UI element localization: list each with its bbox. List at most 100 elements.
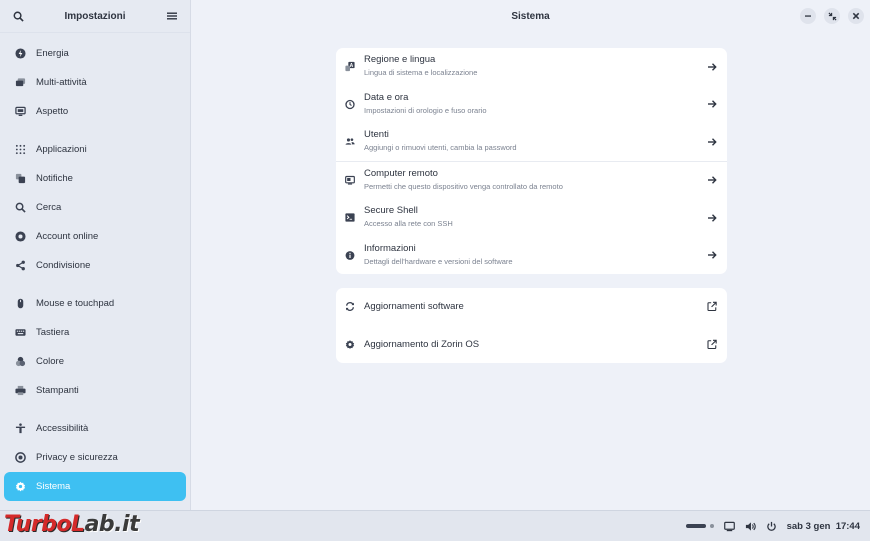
hamburger-menu-icon[interactable] xyxy=(164,8,180,24)
sidebar-item-label: Cerca xyxy=(36,202,62,213)
row-text: Data e ora Impostazioni di orologio e fu… xyxy=(364,92,487,115)
row-text: Informazioni Dettagli dell'hardware e ve… xyxy=(364,243,513,266)
printer-icon xyxy=(14,385,26,397)
sidebar-item-colore[interactable]: Colore xyxy=(4,347,186,376)
svg-text:A: A xyxy=(350,63,354,69)
sidebar-item-multi-attivita[interactable]: Multi-attività xyxy=(4,68,186,97)
sidebar-item-stampanti[interactable]: Stampanti xyxy=(4,376,186,405)
refresh-icon xyxy=(345,302,355,312)
sidebar-item-label: Stampanti xyxy=(36,385,79,396)
page-title: Sistema xyxy=(511,10,550,22)
sidebar-item-accessibilita[interactable]: Accessibilità xyxy=(4,414,186,443)
arrow-right-icon xyxy=(707,175,717,185)
power-icon xyxy=(14,48,26,60)
row-utenti[interactable]: Utenti Aggiungi o rimuovi utenti, cambia… xyxy=(336,123,727,161)
power-icon[interactable] xyxy=(766,521,777,532)
sidebar-item-cerca[interactable]: Cerca xyxy=(4,193,186,222)
gear-icon xyxy=(14,481,26,493)
volume-icon[interactable] xyxy=(745,521,756,532)
arrow-right-icon xyxy=(707,62,717,72)
sidebar-item-energia[interactable]: Energia xyxy=(4,39,186,68)
sidebar-item-notifiche[interactable]: Notifiche xyxy=(4,164,186,193)
multitasking-icon xyxy=(14,77,26,89)
clock[interactable]: sab 3 gen 17:44 xyxy=(787,521,860,532)
row-subtitle: Dettagli dell'hardware e versioni del so… xyxy=(364,256,513,266)
row-text: Computer remoto Permetti che questo disp… xyxy=(364,168,563,191)
row-title: Aggiornamenti software xyxy=(364,301,464,313)
sidebar-item-tastiera[interactable]: Tastiera xyxy=(4,318,186,347)
sidebar-item-account-online[interactable]: Account online xyxy=(4,222,186,251)
taskbar: TurboLab.it sab 3 gen 17:44 xyxy=(0,510,870,541)
window-controls xyxy=(800,8,864,24)
workspace-indicator[interactable] xyxy=(685,524,706,528)
shield-icon xyxy=(14,452,26,464)
network-icon[interactable] xyxy=(723,521,735,532)
row-title: Utenti xyxy=(364,129,389,140)
sidebar-item-label: Privacy e sicurezza xyxy=(36,452,118,463)
info-icon xyxy=(345,250,355,260)
sidebar-header: Impostazioni xyxy=(0,0,190,33)
row-computer-remoto[interactable]: Computer remoto Permetti che questo disp… xyxy=(336,160,727,200)
row-aggiornamenti-software[interactable]: Aggiornamenti software xyxy=(336,288,727,326)
sidebar-item-sistema[interactable]: Sistema xyxy=(4,472,186,501)
row-informazioni[interactable]: Informazioni Dettagli dell'hardware e ve… xyxy=(336,237,727,275)
row-subtitle: Permetti che questo dispositivo venga co… xyxy=(364,181,563,191)
row-subtitle: Lingua di sistema e localizzazione xyxy=(364,68,478,77)
system-tray: sab 3 gen 17:44 xyxy=(685,511,860,541)
search-icon[interactable] xyxy=(10,8,26,24)
sidebar-item-aspetto[interactable]: Aspetto xyxy=(4,97,186,126)
sidebar: Impostazioni Energia Multi-attività Aspe… xyxy=(0,0,191,510)
arrow-right-icon xyxy=(707,213,717,223)
arrow-right-icon xyxy=(707,250,717,260)
workspace-dot[interactable] xyxy=(709,524,714,528)
share-icon xyxy=(14,260,26,272)
row-text: Utenti Aggiungi o rimuovi utenti, cambia… xyxy=(364,129,517,152)
row-subtitle: Aggiungi o rimuovi utenti, cambia la pas… xyxy=(364,143,517,152)
sidebar-item-label: Colore xyxy=(36,356,64,367)
minimize-button[interactable] xyxy=(800,8,816,24)
restore-icon xyxy=(827,11,837,21)
sidebar-item-label: Aspetto xyxy=(36,106,69,117)
close-icon xyxy=(852,12,860,20)
clock-icon xyxy=(345,99,355,109)
language-icon: A xyxy=(345,62,355,72)
users-icon xyxy=(345,137,355,147)
close-button[interactable] xyxy=(848,8,864,24)
sidebar-item-label: Tastiera xyxy=(36,327,70,338)
search-icon xyxy=(14,202,26,214)
bell-icon xyxy=(14,173,26,185)
sidebar-item-label: Accessibilità xyxy=(36,423,89,434)
watermark-text-b: ab.it xyxy=(84,512,140,537)
keyboard-icon xyxy=(14,327,26,339)
remote-desktop-icon xyxy=(345,175,355,185)
row-regione-lingua[interactable]: A Regione e lingua Lingua di sistema e l… xyxy=(336,48,727,86)
row-subtitle: Accesso alla rete con SSH xyxy=(364,219,453,228)
watermark-logo: TurboLab.it xyxy=(4,512,140,537)
row-title: Secure Shell xyxy=(364,205,418,216)
sidebar-item-mouse-touchpad[interactable]: Mouse e touchpad xyxy=(4,289,186,318)
row-title: Regione e lingua xyxy=(364,54,436,65)
sidebar-item-label: Notifiche xyxy=(36,173,73,184)
sidebar-item-label: Applicazioni xyxy=(36,144,87,155)
updates-card: Aggiornamenti software Aggiornamento di … xyxy=(336,288,727,363)
row-title: Informazioni xyxy=(364,242,416,254)
sidebar-item-privacy[interactable]: Privacy e sicurezza xyxy=(4,443,186,472)
row-aggiornamento-zorin[interactable]: Aggiornamento di Zorin OS xyxy=(336,326,727,364)
watermark-text-a: TurboL xyxy=(4,512,85,537)
sidebar-title: Impostazioni xyxy=(64,10,126,22)
row-data-ora[interactable]: Data e ora Impostazioni di orologio e fu… xyxy=(336,86,727,124)
sidebar-item-label: Account online xyxy=(36,231,99,242)
apps-grid-icon xyxy=(14,144,26,156)
sidebar-item-label: Multi-attività xyxy=(36,77,87,88)
restore-button[interactable] xyxy=(824,8,840,24)
sidebar-item-applicazioni[interactable]: Applicazioni xyxy=(4,135,186,164)
terminal-icon xyxy=(345,213,355,223)
sidebar-item-condivisione[interactable]: Condivisione xyxy=(4,251,186,280)
row-subtitle: Impostazioni di orologio e fuso orario xyxy=(364,105,487,115)
sidebar-item-label: Energia xyxy=(36,48,69,59)
row-title: Computer remoto xyxy=(364,167,438,179)
mouse-icon xyxy=(14,298,26,310)
display-icon xyxy=(14,106,26,118)
row-secure-shell[interactable]: Secure Shell Accesso alla rete con SSH xyxy=(336,199,727,237)
sidebar-item-label: Condivisione xyxy=(36,260,91,271)
